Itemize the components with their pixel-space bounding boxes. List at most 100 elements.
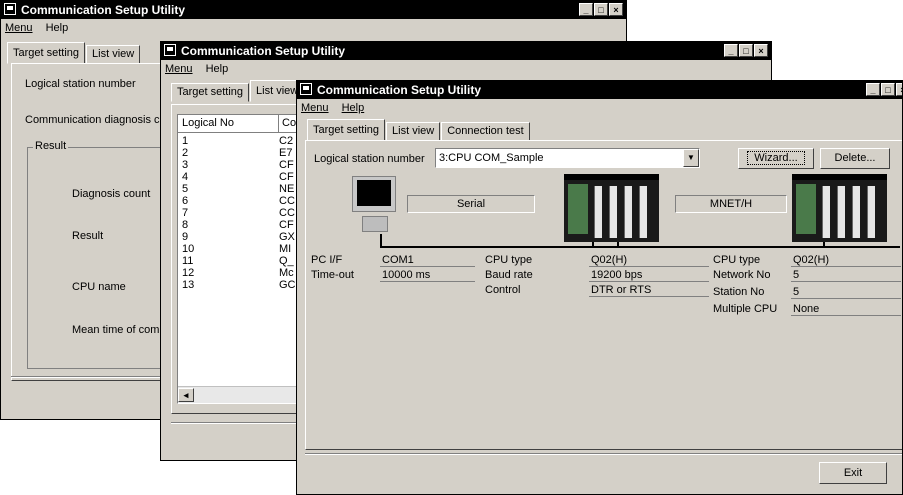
network-no-value: 5 (791, 268, 901, 282)
tab-connection-test[interactable]: Connection test (441, 122, 530, 141)
logical-no-cell: 5 (182, 183, 189, 195)
list-rows: 1 C2 2 E7 3 CF 4 CF 5 NE 6 CC 7 CC 8 CF 9 GX 10 MI 11 Q_ 12 Mc 1… (178, 135, 306, 291)
list-item[interactable]: 12 Mc (178, 267, 306, 279)
connection-drop (823, 242, 825, 247)
logical-no-cell: 6 (182, 195, 189, 207)
menu-item-menu[interactable]: Menu (5, 22, 33, 34)
column-header-co[interactable]: Co (279, 115, 296, 132)
tab-strip: Target setting List view (7, 42, 141, 64)
baud-rate-value: 19200 bps (589, 268, 709, 282)
list-item[interactable]: 6 CC (178, 195, 306, 207)
comm-diagnosis-label: Communication diagnosis c (25, 114, 160, 126)
result-group-label: Result (33, 140, 69, 152)
comment-cell: CF (279, 219, 294, 231)
tab-list-view[interactable]: List view (86, 45, 141, 64)
mnet-box: MNET/H (675, 195, 787, 213)
app-icon (164, 44, 176, 56)
title-bar[interactable]: Communication Setup Utility _ □ × (161, 42, 771, 60)
title-bar[interactable]: Communication Setup Utility _ □ × (1, 1, 626, 19)
connection-drop (617, 242, 619, 247)
horizontal-scrollbar[interactable]: ◂ (178, 386, 306, 403)
tab-target-setting[interactable]: Target setting (307, 119, 386, 141)
logical-no-cell: 12 (182, 267, 195, 279)
logical-no-cell: 10 (182, 243, 195, 255)
logical-station-combo[interactable]: 3:CPU COM_Sample ▼ (435, 148, 700, 168)
comment-cell: CF (279, 159, 294, 171)
comment-cell: CF (279, 171, 294, 183)
minimize-button[interactable]: _ (866, 83, 880, 96)
menu-item-menu[interactable]: Menu (301, 102, 329, 114)
menu-item-help[interactable]: Help (342, 102, 365, 114)
station-no-value: 5 (791, 285, 901, 299)
timeout-value: 10000 ms (380, 268, 475, 282)
timeout-label: Time-out (311, 269, 354, 281)
pc-if-label: PC I/F (311, 254, 343, 266)
list-item[interactable]: 8 CF (178, 219, 306, 231)
list-item[interactable]: 4 CF (178, 171, 306, 183)
list-item[interactable]: 2 E7 (178, 147, 306, 159)
mean-time-label: Mean time of comm (72, 324, 169, 336)
comment-cell: GX (279, 231, 295, 243)
title-bar[interactable]: Communication Setup Utility _ □ × (297, 81, 902, 99)
maximize-button[interactable]: □ (594, 3, 608, 16)
pc-icon (352, 176, 397, 233)
maximize-button[interactable]: □ (881, 83, 895, 96)
cpu-module-1-icon (564, 174, 659, 242)
list-item[interactable]: 1 C2 (178, 135, 306, 147)
tab-list-view[interactable]: List view (386, 122, 441, 141)
logical-no-cell: 13 (182, 279, 195, 291)
multiple-cpu-label: Multiple CPU (713, 303, 778, 315)
list-item[interactable]: 5 NE (178, 183, 306, 195)
separator (11, 376, 171, 378)
close-button[interactable]: × (754, 44, 768, 57)
serial-label: Serial (456, 198, 486, 210)
connection-drop (592, 242, 594, 247)
close-button[interactable]: × (896, 83, 902, 96)
list-item[interactable]: 3 CF (178, 159, 306, 171)
close-button[interactable]: × (609, 3, 623, 16)
list-item[interactable]: 13 GC (178, 279, 306, 291)
comment-cell: CC (279, 195, 295, 207)
tab-target-setting[interactable]: Target setting (7, 42, 86, 64)
list-item[interactable]: 10 MI (178, 243, 306, 255)
logical-station-label: Logical station number (25, 78, 136, 90)
menu-item-help[interactable]: Help (46, 22, 69, 34)
menu-bar: Menu Help (161, 61, 771, 78)
cpu-name-label: CPU name (72, 281, 126, 293)
list-item[interactable]: 9 GX (178, 231, 306, 243)
list-item[interactable]: 11 Q_ (178, 255, 306, 267)
control-value: DTR or RTS (589, 283, 709, 297)
logical-no-cell: 4 (182, 171, 189, 183)
control-label: Control (485, 284, 521, 296)
logical-no-cell: 7 (182, 207, 189, 219)
chevron-down-icon[interactable]: ▼ (683, 149, 699, 167)
tab-strip: Target setting List view Connection test (307, 119, 531, 141)
list-item[interactable]: 7 CC (178, 207, 306, 219)
minimize-button[interactable]: _ (724, 44, 738, 57)
logical-no-cell: 1 (182, 135, 189, 147)
station-no-label: Station No (713, 286, 765, 298)
comment-cell: Mc (279, 267, 294, 279)
maximize-button[interactable]: □ (739, 44, 753, 57)
comment-cell: MI (279, 243, 292, 255)
wizard-button[interactable]: Wizard... (738, 148, 814, 169)
delete-button[interactable]: Delete... (820, 148, 890, 169)
exit-button[interactable]: Exit (819, 462, 887, 484)
cpu2-type-value: Q02(H) (791, 253, 901, 267)
tab-target-setting[interactable]: Target setting (171, 83, 250, 102)
comment-cell: C2 (279, 135, 294, 147)
logical-no-cell: 11 (182, 255, 194, 267)
cpu1-type-label: CPU type (485, 254, 533, 266)
scroll-left-button[interactable]: ◂ (178, 388, 194, 402)
menu-item-menu[interactable]: Menu (165, 63, 193, 75)
minimize-button[interactable]: _ (579, 3, 593, 16)
menu-item-help[interactable]: Help (206, 63, 229, 75)
logical-station-list[interactable]: Logical No Co 1 C2 2 E7 3 CF 4 CF 5 NE 6 CC 7 CC 8 CF 9 G… (177, 114, 307, 404)
front-window: Communication Setup Utility _ □ × Menu H… (296, 80, 903, 495)
logical-no-cell: 2 (182, 147, 189, 159)
column-header-logical-no[interactable]: Logical No (178, 115, 279, 132)
network-no-label: Network No (713, 269, 771, 281)
cpu-module-2-icon (792, 174, 887, 242)
serial-box: Serial (407, 195, 535, 213)
menu-bar: Menu Help (1, 20, 626, 37)
